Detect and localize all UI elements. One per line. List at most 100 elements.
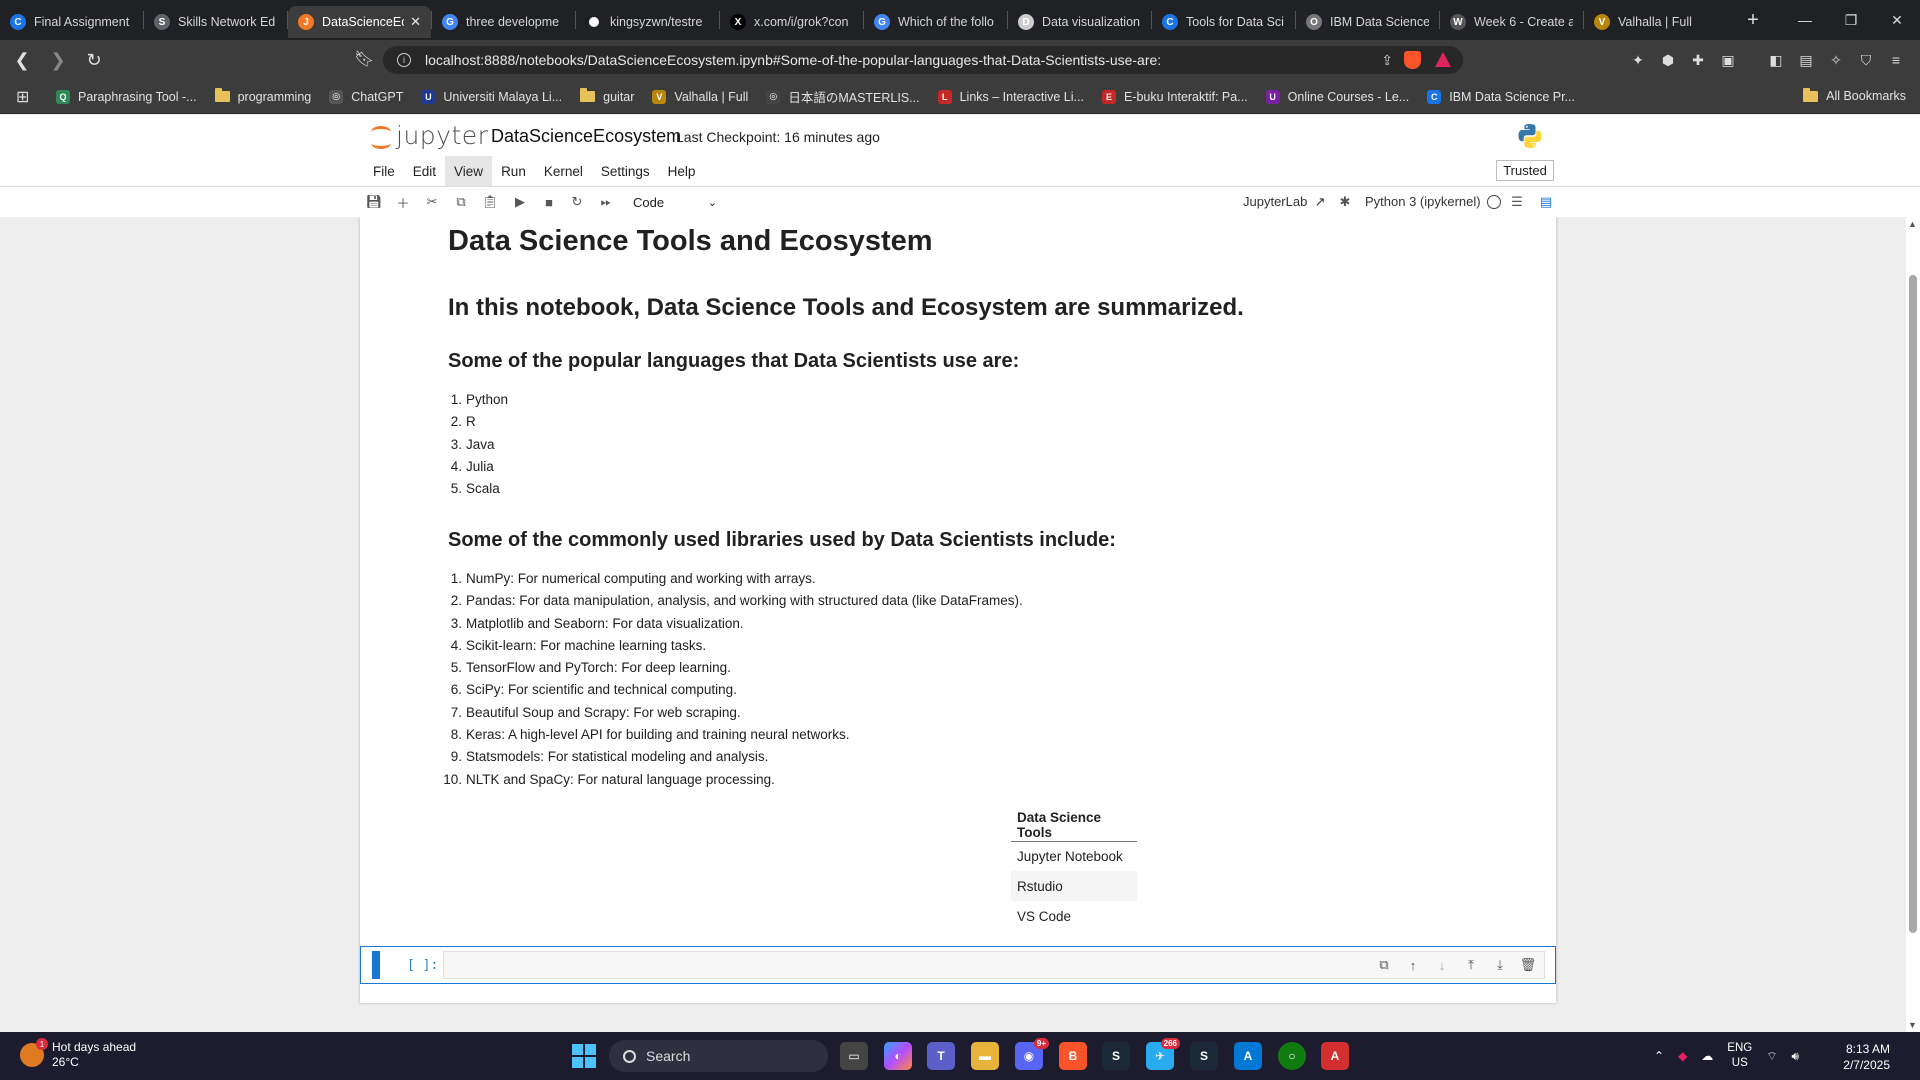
brave-browser-icon[interactable]: B <box>1059 1042 1087 1070</box>
bookmark-item[interactable]: L Links – Interactive Li... <box>937 87 1084 106</box>
address-bar[interactable]: i localhost:8888/notebooks/DataScienceEc… <box>383 46 1463 74</box>
bookmark-item[interactable]: U Online Courses - Le... <box>1265 87 1409 106</box>
extensions-puzzle-icon[interactable]: ✚ <box>1688 50 1708 70</box>
property-inspector-icon[interactable]: ☰ <box>1507 192 1527 212</box>
bookmark-folder[interactable]: programming <box>214 87 311 106</box>
jupyter-logo[interactable]: jupyter <box>370 121 488 150</box>
reload-icon[interactable]: ↻ <box>80 46 108 74</box>
browser-tab[interactable]: G Which of the follo <box>864 6 1007 38</box>
notebook-area[interactable]: Data Science Tools and Ecosystem In this… <box>0 217 1920 1032</box>
browser-tab[interactable]: W Week 6 - Create a <box>1440 6 1583 38</box>
debugger-bug-icon[interactable]: ✱ <box>1335 192 1355 212</box>
bookmark-item[interactable]: U Universiti Malaya Li... <box>421 87 562 106</box>
telegram-icon[interactable]: ✈ 266 <box>1146 1038 1180 1070</box>
menu-kernel[interactable]: Kernel <box>535 156 592 187</box>
browser-tab[interactable]: Xx.com/i/grok?con <box>720 6 863 38</box>
file-explorer-icon[interactable]: ▬ <box>971 1042 999 1070</box>
scroll-thumb[interactable] <box>1909 275 1917 933</box>
brave-rewards-icon[interactable] <box>1435 52 1451 67</box>
brave-shield-icon[interactable] <box>1404 51 1421 69</box>
browser-tab[interactable]: Gthree developme <box>432 6 575 38</box>
steam-alt-icon[interactable]: S <box>1190 1042 1218 1070</box>
back-arrow-icon[interactable]: ❮ <box>8 46 36 74</box>
insert-below-icon[interactable]: ⤓ <box>1491 956 1509 974</box>
start-windows-icon[interactable] <box>572 1044 596 1068</box>
move-up-icon[interactable]: ↑ <box>1404 956 1422 974</box>
share-icon[interactable]: ⇪ <box>1381 52 1393 69</box>
paste-icon[interactable]: 📋︎ <box>480 192 500 212</box>
language-indicator[interactable]: ENG US <box>1727 1041 1752 1071</box>
taskbar-search[interactable]: Search <box>609 1040 828 1072</box>
browser-tab[interactable]: J DataScienceEco ✕ <box>288 6 431 38</box>
tray-app-icon[interactable]: ◆ <box>1678 1049 1687 1063</box>
browser-menu-icon[interactable]: ≡ <box>1886 50 1906 70</box>
extension-fox-icon[interactable]: ✦ <box>1628 50 1648 70</box>
menu-settings[interactable]: Settings <box>592 156 659 187</box>
cloud-offline-icon[interactable]: ☁ <box>1701 1049 1713 1063</box>
bookmark-item[interactable]: Q Paraphrasing Tool -... <box>56 87 197 106</box>
restart-run-all-icon[interactable]: ⏩︎ <box>596 192 616 212</box>
task-view-icon[interactable]: ▭ <box>840 1042 868 1070</box>
menu-help[interactable]: Help <box>659 156 705 187</box>
minimize-icon[interactable]: — <box>1782 0 1828 40</box>
wifi-icon[interactable]: ⌔ <box>1766 1049 1777 1064</box>
bookmark-item[interactable]: ◎ 日本語のMASTERLIS... <box>766 87 920 106</box>
azure-data-studio-icon[interactable]: A <box>1234 1042 1262 1070</box>
cell-collapser[interactable] <box>372 951 380 979</box>
vertical-scrollbar[interactable]: ▲ ▼ <box>1906 217 1920 1032</box>
interrupt-icon[interactable]: ■ <box>539 192 559 212</box>
media-icon[interactable]: ▣ <box>1718 50 1738 70</box>
weather-widget[interactable]: Hot days ahead 26°C <box>20 1038 136 1070</box>
save-icon[interactable]: 💾︎ <box>364 192 384 212</box>
run-icon[interactable]: ▶ <box>510 192 530 212</box>
all-bookmarks-button[interactable]: All Bookmarks <box>1803 87 1906 103</box>
close-window-icon[interactable]: ✕ <box>1874 0 1920 40</box>
menu-view[interactable]: View <box>445 156 493 187</box>
show-hidden-icons-icon[interactable]: ⌃ <box>1654 1049 1664 1063</box>
acrobat-icon[interactable]: A <box>1321 1042 1349 1070</box>
menu-file[interactable]: File <box>364 156 404 187</box>
copilot-icon[interactable]: ◐ <box>884 1042 912 1070</box>
trusted-indicator[interactable]: Trusted <box>1496 160 1554 181</box>
steam-icon[interactable]: S <box>1102 1042 1130 1070</box>
leo-ai-icon[interactable]: ✧ <box>1826 50 1846 70</box>
insert-above-icon[interactable]: ⤒ <box>1462 956 1480 974</box>
table-of-contents-icon[interactable]: ▤ <box>1536 192 1556 212</box>
restore-icon[interactable]: ❐ <box>1828 0 1874 40</box>
teams-icon[interactable]: T <box>927 1042 955 1070</box>
bookmark-page-icon[interactable]: 🔖︎ <box>354 49 374 69</box>
bookmark-item[interactable]: V Valhalla | Full <box>652 87 748 106</box>
code-cell[interactable]: [ ]: ⧉ ↑ ↓ ⤒ ⤓ 🗑︎ <box>360 946 1556 984</box>
clock[interactable]: 8:13 AM 2/7/2025 <box>1843 1041 1890 1073</box>
kernel-selector[interactable]: Python 3 (ipykernel) <box>1365 194 1481 209</box>
browser-tab[interactable]: C Final Assignment <box>0 6 143 38</box>
xbox-icon[interactable]: ○ <box>1278 1042 1306 1070</box>
wallet-icon[interactable]: ▤ <box>1796 50 1816 70</box>
browser-tab[interactable]: D Data visualization <box>1008 6 1151 38</box>
menu-run[interactable]: Run <box>492 156 535 187</box>
bookmark-folder[interactable]: guitar <box>580 87 634 106</box>
volume-icon[interactable]: 🔊︎ <box>1792 1049 1800 1064</box>
scroll-up-icon[interactable]: ▲ <box>1908 219 1917 229</box>
discord-icon[interactable]: ◉ 9+ <box>1015 1038 1049 1070</box>
cell-type-select[interactable]: Code ⌄ <box>633 192 717 212</box>
duplicate-cell-icon[interactable]: ⧉ <box>1375 956 1393 974</box>
bookmark-item[interactable]: ◎ ChatGPT <box>329 87 403 106</box>
restart-icon[interactable]: ↻ <box>567 192 587 212</box>
close-tab-icon[interactable]: ✕ <box>410 14 421 30</box>
bookmark-item[interactable]: E E-buku Interaktif: Pa... <box>1101 87 1248 106</box>
extension-purple-icon[interactable]: ⬢ <box>1658 50 1678 70</box>
insert-cell-icon[interactable]: ＋ <box>393 192 413 212</box>
site-info-icon[interactable]: i <box>397 53 411 67</box>
browser-tab[interactable]: kingsyzwn/testre <box>576 6 719 38</box>
forward-arrow-icon[interactable]: ❯ <box>44 46 72 74</box>
browser-tab[interactable]: S Skills Network Ed <box>144 6 287 38</box>
delete-cell-icon[interactable]: 🗑︎ <box>1519 956 1537 974</box>
browser-tab[interactable]: C Tools for Data Sci <box>1152 6 1295 38</box>
scroll-down-icon[interactable]: ▼ <box>1908 1020 1917 1030</box>
sidebar-icon[interactable]: ◧ <box>1766 50 1786 70</box>
apps-grid-icon[interactable]: ⊞ <box>16 87 42 107</box>
move-down-icon[interactable]: ↓ <box>1433 956 1451 974</box>
vpn-shield-icon[interactable]: ⛉ <box>1856 50 1876 70</box>
open-jupyterlab-link[interactable]: JupyterLab ↗ <box>1243 194 1325 210</box>
